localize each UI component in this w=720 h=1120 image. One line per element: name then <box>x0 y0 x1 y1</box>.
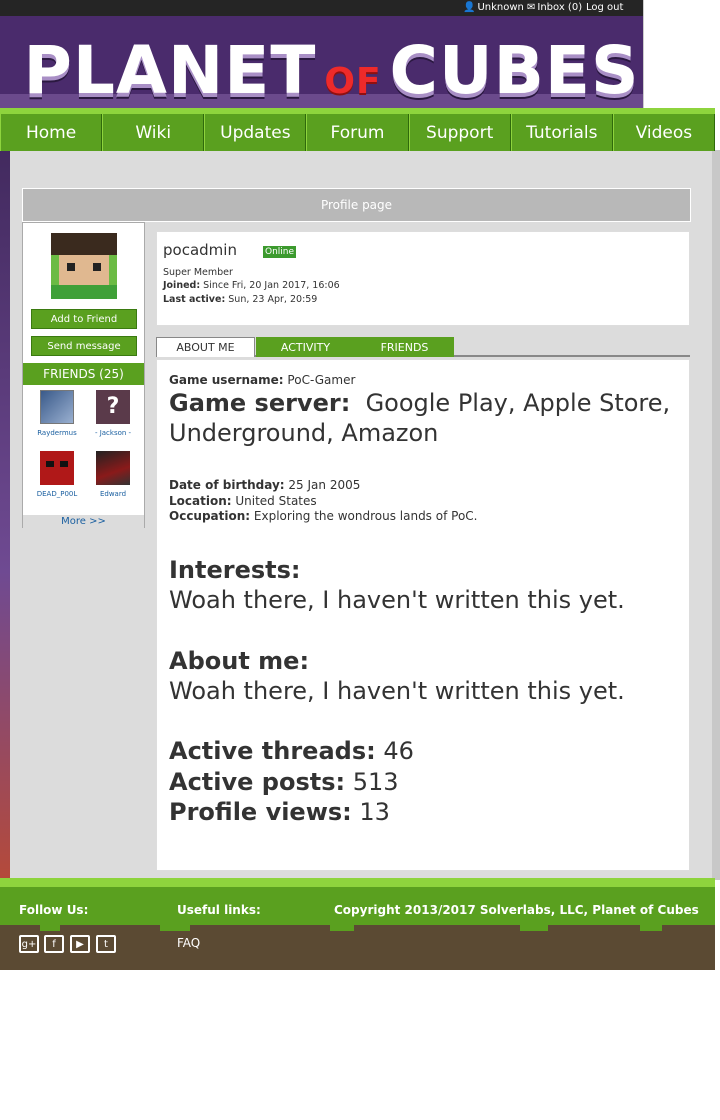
about-me-heading: About me: <box>169 647 310 675</box>
profile-sidebar: Add to Friend Send message FRIENDS (25) … <box>22 222 145 528</box>
inbox-link[interactable]: ✉ Inbox (0) <box>527 2 582 13</box>
interests-text: Woah there, I haven't written this yet. <box>169 586 625 614</box>
about-panel: Game username: PoC-Gamer Game server: Go… <box>156 359 690 871</box>
occupation-row: Occupation: Exploring the wondrous lands… <box>169 509 478 523</box>
avatar <box>51 233 117 299</box>
unknown-avatar-icon: ? <box>96 390 130 424</box>
main-nav: Home Wiki Updates Forum Support Tutorial… <box>0 108 715 151</box>
twitter-icon[interactable]: t <box>96 935 116 953</box>
nav-updates[interactable]: Updates <box>204 114 307 151</box>
faq-link[interactable]: FAQ <box>177 936 200 950</box>
birthday-row: Date of birthday: 25 Jan 2005 <box>169 478 361 492</box>
useful-links-heading: Useful links: <box>177 903 261 917</box>
game-username-row: Game username: PoC-Gamer <box>169 373 356 387</box>
send-message-button[interactable]: Send message <box>31 336 137 356</box>
member-rank: Super Member <box>163 267 233 278</box>
google-plus-icon[interactable]: g+ <box>19 935 39 953</box>
friend-avatar <box>40 390 74 424</box>
more-friends-link[interactable]: More >> <box>23 515 144 528</box>
right-strip <box>643 0 720 110</box>
add-friend-button[interactable]: Add to Friend <box>31 309 137 329</box>
nav-forum[interactable]: Forum <box>306 114 409 151</box>
site-logo[interactable]: PLANET OF CUBES <box>0 36 643 110</box>
user-icon: 👤 <box>463 2 476 13</box>
game-server-row: Game server: Google Play, Apple Store, <box>169 389 671 417</box>
nav-tutorials[interactable]: Tutorials <box>510 114 613 151</box>
profile-info: pocadmin Online Super Member Joined: Sin… <box>156 231 690 326</box>
nav-videos[interactable]: Videos <box>612 114 715 151</box>
friend-avatar <box>96 451 130 485</box>
game-server-row-2: Underground, Amazon <box>169 419 439 447</box>
friend-item[interactable]: ? - Jackson - <box>85 390 141 437</box>
friend-avatar <box>40 451 74 485</box>
user-link[interactable]: 👤 Unknown <box>463 2 524 13</box>
friend-item[interactable]: DEAD_P00L <box>29 451 85 498</box>
profile-views-row: Profile views: 13 <box>169 798 390 826</box>
nav-wiki[interactable]: Wiki <box>102 114 205 151</box>
active-posts-row: Active posts: 513 <box>169 768 399 796</box>
tab-about-me[interactable]: ABOUT ME <box>156 337 255 357</box>
profile-tabs: ABOUT ME ACTIVITY FRIENDS <box>156 337 690 357</box>
active-threads-row: Active threads: 46 <box>169 737 414 765</box>
about-me-text: Woah there, I haven't written this yet. <box>169 677 625 705</box>
envelope-icon: ✉ <box>527 2 536 13</box>
top-bar: 👤 Unknown ✉ Inbox (0) Log out <box>0 0 643 16</box>
nav-support[interactable]: Support <box>408 114 511 151</box>
interests-heading: Interests: <box>169 556 301 584</box>
nav-home[interactable]: Home <box>0 114 103 151</box>
copyright: Copyright 2013/2017 Solverlabs, LLC, Pla… <box>334 903 699 917</box>
friend-item[interactable]: Raydermus <box>29 390 85 437</box>
background-art-left <box>0 110 10 880</box>
tab-friends[interactable]: FRIENDS <box>355 337 454 357</box>
tab-activity[interactable]: ACTIVITY <box>256 337 355 357</box>
site-footer <box>0 878 715 970</box>
logout-link[interactable]: Log out <box>586 2 623 13</box>
user-name: Unknown <box>477 2 524 13</box>
friends-header: FRIENDS (25) <box>23 363 144 385</box>
friend-item[interactable]: Edward <box>85 451 141 498</box>
site-banner: PLANET OF CUBES <box>0 16 643 110</box>
location-row: Location: United States <box>169 494 317 508</box>
last-active-row: Last active: Sun, 23 Apr, 20:59 <box>163 294 318 305</box>
follow-us-heading: Follow Us: <box>19 903 89 917</box>
page-title: Profile page <box>22 188 691 222</box>
status-badge: Online <box>263 246 297 258</box>
joined-row: Joined: Since Fri, 20 Jan 2017, 16:06 <box>163 280 340 291</box>
facebook-icon[interactable]: f <box>44 935 64 953</box>
youtube-icon[interactable]: ▶ <box>70 935 90 953</box>
inbox-label: Inbox (0) <box>537 2 583 13</box>
profile-username: pocadmin <box>163 241 237 259</box>
